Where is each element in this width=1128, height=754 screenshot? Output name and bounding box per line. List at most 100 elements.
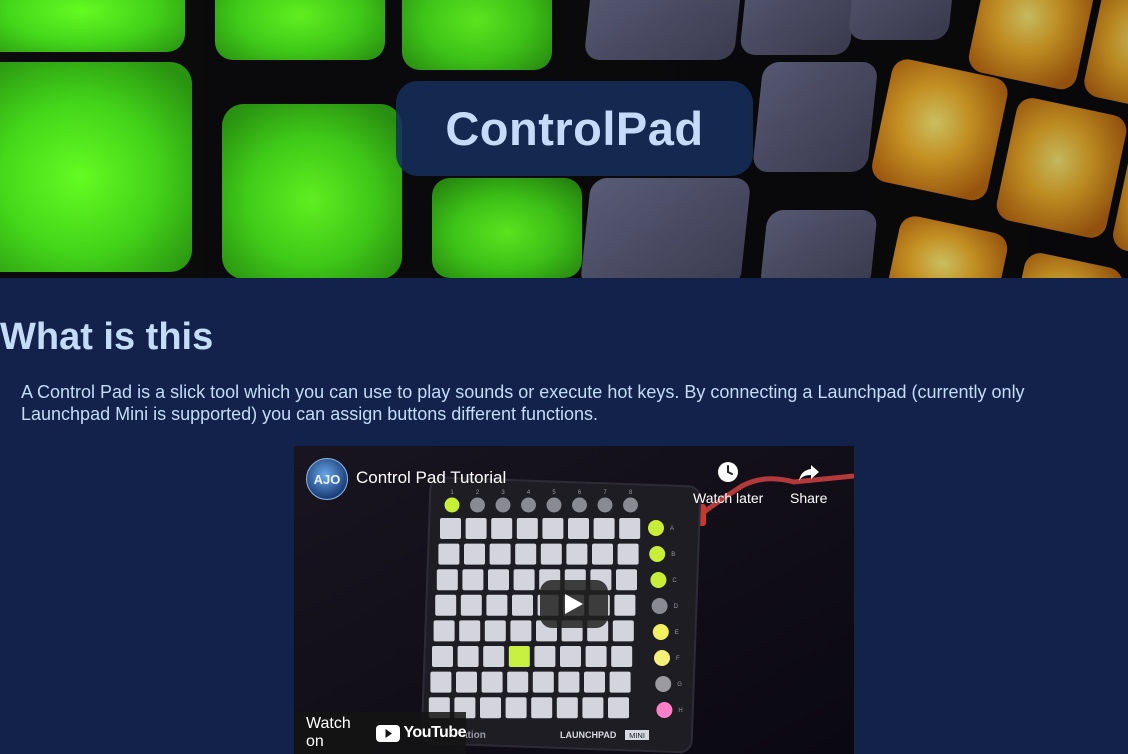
grid-pad bbox=[542, 518, 564, 539]
section-heading: What is this bbox=[0, 316, 214, 358]
top-round-button bbox=[495, 497, 511, 513]
page-title: ControlPad bbox=[445, 102, 704, 155]
grid-pad bbox=[592, 543, 613, 565]
youtube-logo: YouTube bbox=[376, 724, 466, 742]
share-label: Share bbox=[790, 490, 828, 506]
video-title[interactable]: Control Pad Tutorial bbox=[356, 468, 506, 488]
grid-pad bbox=[510, 620, 532, 642]
top-round-button bbox=[546, 497, 562, 513]
top-round-button bbox=[470, 497, 485, 513]
grid-pad bbox=[568, 518, 589, 539]
side-round-button bbox=[651, 598, 668, 614]
grid-pad bbox=[617, 543, 639, 565]
grid-pad bbox=[484, 620, 506, 642]
grid-pad bbox=[430, 671, 452, 693]
top-round-button bbox=[623, 497, 638, 513]
watch-on-label: Watch on bbox=[306, 715, 351, 750]
grid-pad bbox=[609, 671, 631, 693]
grid-pad bbox=[585, 646, 607, 667]
grid-pad bbox=[486, 594, 508, 616]
side-round-button bbox=[655, 676, 672, 692]
youtube-embed[interactable]: 1 2 3 4 5 6 7 8 A B C D E F G Hation LAUNCHPAD MINI AJO C… bbox=[294, 446, 854, 754]
device-model-label: LAUNCHPAD bbox=[560, 730, 617, 740]
device-model-badge-label: MINI bbox=[629, 731, 645, 740]
watch-later-button[interactable]: Watch later bbox=[693, 460, 763, 506]
row-label: D bbox=[674, 604, 679, 610]
side-round-button bbox=[652, 624, 669, 640]
watch-later-label: Watch later bbox=[693, 490, 764, 506]
grid-pad bbox=[438, 543, 460, 565]
grid-pad bbox=[619, 518, 641, 539]
grid-pad bbox=[556, 697, 578, 719]
grid-pad bbox=[540, 543, 562, 565]
row-label: B bbox=[671, 552, 675, 558]
side-round-button bbox=[650, 572, 667, 588]
side-round-button bbox=[649, 546, 666, 562]
grid-pad bbox=[616, 569, 637, 591]
youtube-play-icon bbox=[376, 724, 401, 742]
share-arrow-icon bbox=[798, 465, 819, 481]
grid-pad bbox=[611, 646, 633, 667]
grid-pad bbox=[593, 518, 615, 539]
row-label: A bbox=[670, 526, 674, 532]
grid-pad bbox=[436, 569, 458, 591]
row-label: G bbox=[677, 682, 682, 688]
grid-pad bbox=[456, 671, 477, 693]
play-icon bbox=[565, 594, 583, 614]
youtube-wordmark: YouTube bbox=[403, 724, 466, 741]
grid-pad bbox=[505, 697, 527, 719]
grid-pad bbox=[433, 620, 455, 642]
grid-pad bbox=[612, 620, 634, 642]
side-round-button bbox=[656, 702, 673, 718]
channel-avatar[interactable]: AJO bbox=[306, 458, 348, 500]
grid-pad bbox=[459, 620, 481, 642]
top-round-button bbox=[444, 497, 460, 513]
side-round-button bbox=[648, 520, 664, 536]
grid-pad bbox=[507, 671, 529, 693]
grid-pad bbox=[457, 646, 479, 667]
grid-pad bbox=[531, 697, 553, 719]
title-box: ControlPad bbox=[396, 81, 753, 176]
description-text: A Control Pad is a slick tool which you … bbox=[21, 382, 1025, 424]
grid-pad bbox=[432, 646, 453, 667]
top-round-button bbox=[597, 497, 613, 513]
grid-pad bbox=[534, 646, 556, 667]
clock-icon bbox=[718, 462, 739, 482]
grid-pad bbox=[566, 543, 588, 565]
grid-pad bbox=[582, 697, 604, 719]
grid-pad bbox=[608, 697, 629, 719]
grid-pad bbox=[462, 569, 484, 591]
grid-pad bbox=[480, 697, 501, 719]
row-label: F bbox=[676, 656, 680, 662]
grid-pad bbox=[464, 543, 485, 565]
grid-pad bbox=[614, 594, 636, 616]
share-button[interactable]: Share bbox=[790, 460, 827, 506]
grid-pad bbox=[483, 646, 505, 667]
row-label: C bbox=[672, 578, 677, 584]
hero-banner: ControlPad bbox=[0, 0, 1128, 278]
play-button[interactable] bbox=[540, 580, 608, 628]
grid-pad bbox=[481, 671, 503, 693]
grid-pad bbox=[491, 518, 513, 539]
row-label: H bbox=[678, 708, 682, 714]
top-round-button bbox=[572, 497, 587, 513]
top-round-button bbox=[521, 497, 536, 513]
row-label: E bbox=[675, 630, 679, 636]
grid-pad bbox=[489, 543, 511, 565]
side-round-button bbox=[654, 650, 670, 666]
grid-pad bbox=[532, 671, 554, 693]
grid-pad bbox=[560, 646, 581, 667]
watch-on-youtube-button[interactable]: Watch on YouTube bbox=[294, 712, 466, 754]
grid-pad bbox=[460, 594, 482, 616]
grid-pad bbox=[465, 518, 487, 539]
grid-pad bbox=[488, 569, 509, 591]
grid-pad bbox=[513, 569, 535, 591]
grid-pad bbox=[558, 671, 580, 693]
grid-pad bbox=[515, 543, 537, 565]
grid-pad bbox=[584, 671, 605, 693]
grid-pad bbox=[512, 594, 533, 616]
grid-pad bbox=[435, 594, 457, 616]
grid-pad bbox=[440, 518, 461, 539]
grid-pad bbox=[516, 518, 538, 539]
grid-pad bbox=[508, 646, 530, 667]
